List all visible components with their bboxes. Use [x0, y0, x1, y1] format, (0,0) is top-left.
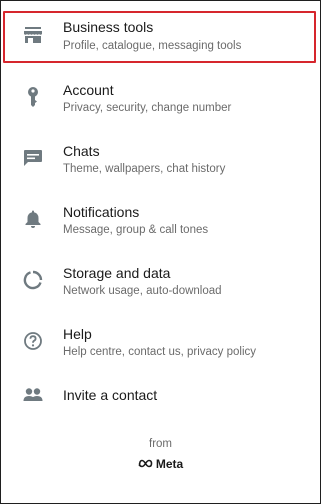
key-icon [21, 85, 45, 109]
people-icon [21, 383, 45, 407]
settings-item-title: Notifications [63, 204, 140, 220]
settings-item-title: Account [63, 82, 114, 98]
data-usage-icon [21, 268, 45, 292]
settings-item-subtitle: Privacy, security, change number [63, 102, 232, 114]
meta-brand: Meta [1, 457, 320, 471]
settings-item-notifications[interactable]: Notifications Message, group & call tone… [1, 190, 320, 248]
settings-item-help[interactable]: Help Help centre, contact us, privacy po… [1, 312, 320, 370]
bell-icon [21, 207, 45, 231]
settings-item-subtitle: Help centre, contact us, privacy policy [63, 346, 257, 358]
settings-item-chats[interactable]: Chats Theme, wallpapers, chat history [1, 129, 320, 187]
footer-from-label: from [149, 438, 172, 450]
settings-item-invite-contact[interactable]: Invite a contact [1, 368, 320, 426]
settings-item-account[interactable]: Account Privacy, security, change number [1, 68, 320, 126]
settings-item-subtitle: Theme, wallpapers, chat history [63, 163, 226, 175]
settings-item-subtitle: Message, group & call tones [63, 224, 209, 236]
meta-brand-label: Meta [155, 457, 184, 471]
help-icon [21, 329, 45, 353]
settings-item-title: Invite a contact [63, 387, 158, 403]
settings-item-title: Chats [63, 143, 100, 159]
chat-icon [21, 146, 45, 170]
settings-item-title: Help [63, 326, 92, 342]
meta-logo-icon [138, 457, 153, 471]
settings-item-subtitle: Network usage, auto-download [63, 285, 222, 297]
settings-item-title: Storage and data [63, 265, 171, 281]
highlight-box [3, 11, 316, 63]
settings-item-storage-and-data[interactable]: Storage and data Network usage, auto-dow… [1, 251, 320, 309]
